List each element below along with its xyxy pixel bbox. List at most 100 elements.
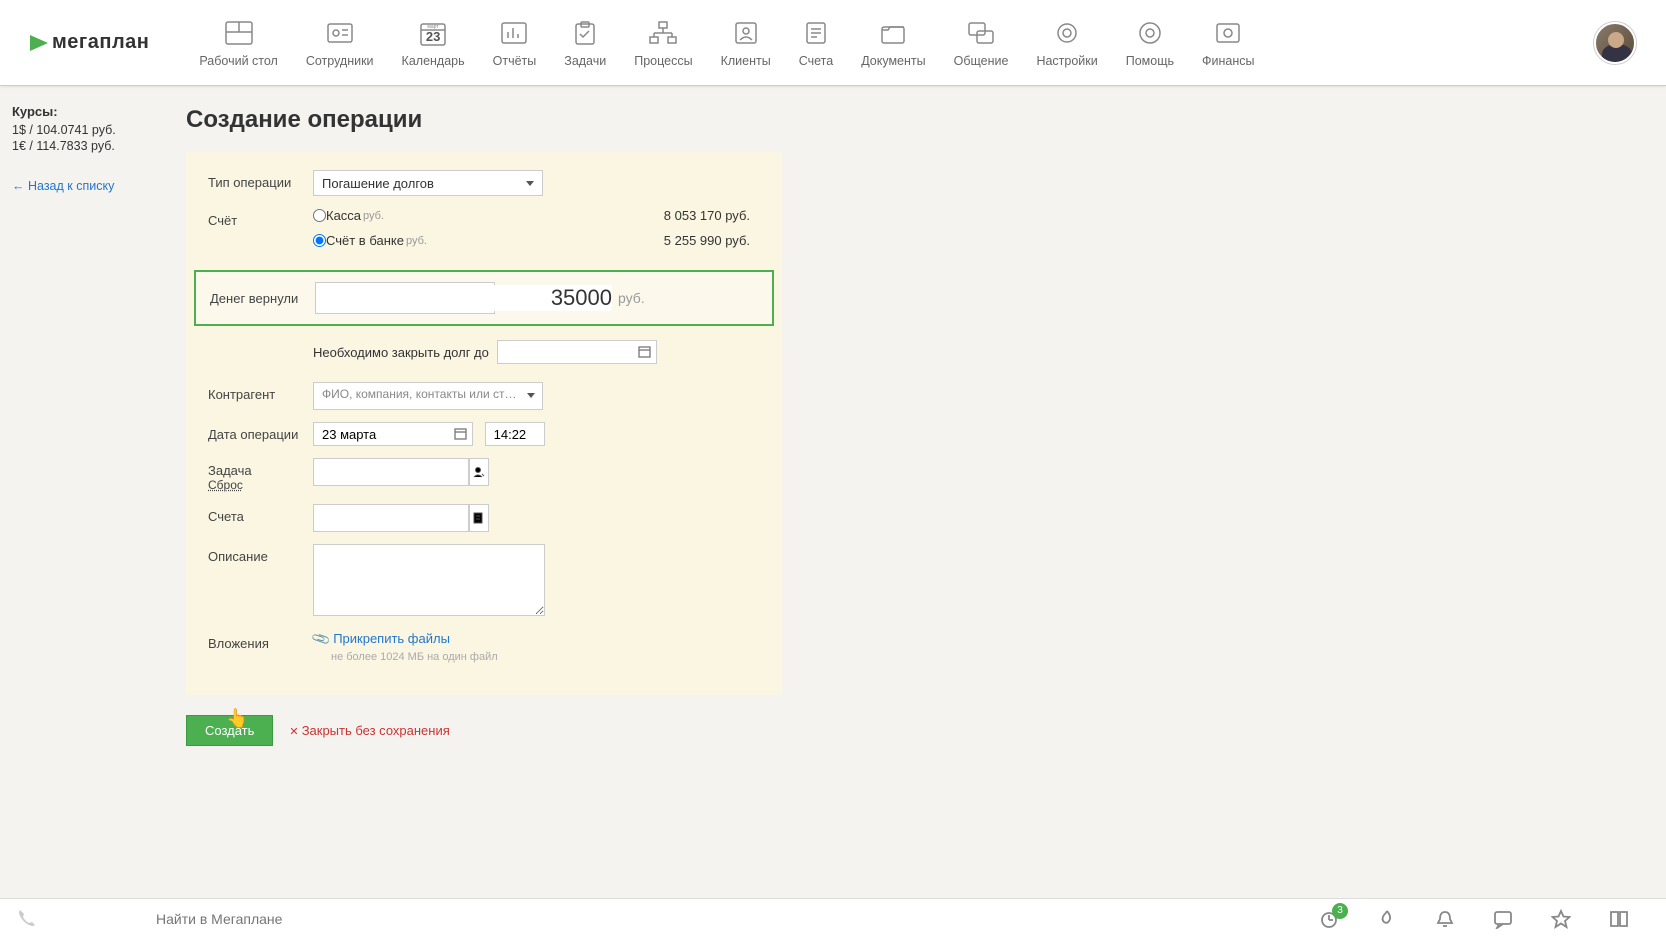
nav-label: Процессы — [634, 54, 692, 68]
account-label: Счёт — [208, 208, 313, 228]
amount-currency: руб. — [618, 290, 645, 306]
nav-calendar[interactable]: март23 Календарь — [402, 18, 465, 68]
attach-files-link[interactable]: Прикрепить файлы — [333, 631, 450, 646]
plane-icon — [30, 35, 48, 51]
account-name: Касса — [326, 208, 361, 223]
back-to-list-link[interactable]: Назад к списку — [12, 179, 114, 193]
counterparty-input[interactable]: ФИО, компания, контакты или стрелка вниз… — [313, 382, 543, 410]
debt-deadline-input[interactable] — [497, 340, 657, 364]
attach-hint: не более 1024 МБ на один файл — [331, 651, 760, 663]
operation-form: Тип операции Погашение долгов Счёт Касса… — [186, 152, 782, 695]
create-button[interactable]: Создать — [186, 715, 273, 746]
chevron-down-icon — [527, 393, 535, 398]
description-textarea[interactable] — [313, 544, 545, 616]
nav-label: Рабочий стол — [199, 54, 277, 68]
star-icon[interactable] — [1550, 908, 1572, 930]
amount-label: Денег вернули — [210, 291, 315, 306]
cancel-link[interactable]: Закрыть без сохранения — [289, 723, 449, 738]
nav-desktop[interactable]: Рабочий стол — [199, 18, 277, 68]
nav-label: Помощь — [1126, 54, 1174, 68]
amount-input-wrapper: руб. — [315, 282, 495, 314]
bell-icon[interactable] — [1434, 908, 1456, 930]
timer-icon[interactable]: 3 — [1318, 908, 1340, 930]
global-search-input[interactable] — [156, 911, 1318, 927]
nav-label: Клиенты — [721, 54, 771, 68]
invoices-icon — [799, 18, 833, 48]
counterparty-label: Контрагент — [208, 382, 313, 402]
reset-link[interactable]: Сброс — [208, 478, 313, 492]
chevron-down-icon — [526, 181, 534, 186]
top-nav: мегаплан Рабочий стол Сотрудники март23 … — [0, 0, 1666, 86]
nav-label: Финансы — [1202, 54, 1254, 68]
chat-icon — [964, 18, 998, 48]
task-label: Задача — [208, 463, 313, 478]
amount-input[interactable] — [324, 285, 612, 311]
nav-label: Счета — [799, 54, 833, 68]
page-title: Создание операции — [186, 106, 1666, 134]
rate-eur: 1€ / 114.7833 руб. — [12, 139, 160, 153]
operation-time-input[interactable] — [485, 422, 545, 446]
task-input[interactable] — [313, 458, 469, 486]
desktop-icon — [222, 18, 256, 48]
nav-settings[interactable]: Настройки — [1036, 18, 1097, 68]
nav-help[interactable]: Помощь — [1126, 18, 1174, 68]
nav-label: Задачи — [564, 54, 606, 68]
phone-icon[interactable] — [16, 907, 36, 930]
account-name: Счёт в банке — [326, 233, 404, 248]
nav-documents[interactable]: Документы — [861, 18, 925, 68]
nav-label: Общение — [954, 54, 1009, 68]
operation-date-input[interactable] — [313, 422, 473, 446]
notification-badge: 3 — [1332, 903, 1348, 919]
account-currency: руб. — [406, 235, 427, 247]
nav-processes[interactable]: Процессы — [634, 18, 692, 68]
nav-label: Документы — [861, 54, 925, 68]
date-label: Дата операции — [208, 422, 313, 442]
book-icon[interactable] — [1608, 908, 1630, 930]
amount-row: Денег вернули руб. — [194, 270, 774, 326]
account-balance: 8 053 170 руб. — [664, 208, 760, 223]
clients-icon — [729, 18, 763, 48]
invoices-picker-button[interactable] — [469, 504, 489, 532]
type-label: Тип операции — [208, 170, 313, 190]
nav-label: Сотрудники — [306, 54, 374, 68]
message-icon[interactable] — [1492, 908, 1514, 930]
logo[interactable]: мегаплан — [30, 31, 149, 54]
brand-name: мегаплан — [52, 31, 149, 54]
account-radio-bank[interactable] — [313, 234, 326, 247]
account-radio-cash[interactable] — [313, 209, 326, 222]
select-value: Погашение долгов — [322, 176, 434, 191]
invoices-label: Счета — [208, 504, 313, 524]
bottom-bar: 3 — [0, 898, 1666, 938]
paperclip-icon: 📎 — [310, 628, 332, 650]
operation-type-select[interactable]: Погашение долгов — [313, 170, 543, 196]
description-label: Описание — [208, 544, 313, 564]
nav-label: Календарь — [402, 54, 465, 68]
avatar[interactable] — [1594, 22, 1636, 64]
debt-deadline-label: Необходимо закрыть долг до — [313, 345, 489, 360]
account-balance: 5 255 990 руб. — [664, 233, 760, 248]
nav-finance[interactable]: Финансы — [1202, 18, 1254, 68]
nav-chat[interactable]: Общение — [954, 18, 1009, 68]
nav-label: Настройки — [1036, 54, 1097, 68]
gear-icon — [1050, 18, 1084, 48]
sidebar: Курсы: 1$ / 104.0741 руб. 1€ / 114.7833 … — [0, 86, 172, 898]
tasks-icon — [568, 18, 602, 48]
nav-clients[interactable]: Клиенты — [721, 18, 771, 68]
invoices-input[interactable] — [313, 504, 469, 532]
nav-reports[interactable]: Отчёты — [493, 18, 537, 68]
employees-icon — [323, 18, 357, 48]
fire-icon[interactable] — [1376, 908, 1398, 930]
help-icon — [1133, 18, 1167, 48]
documents-icon — [876, 18, 910, 48]
rate-usd: 1$ / 104.0741 руб. — [12, 123, 160, 137]
attachments-label: Вложения — [208, 631, 313, 651]
safe-icon — [1211, 18, 1245, 48]
nav-tasks[interactable]: Задачи — [564, 18, 606, 68]
reports-icon — [497, 18, 531, 48]
task-picker-button[interactable] — [469, 458, 489, 486]
nav-invoices[interactable]: Счета — [799, 18, 833, 68]
main-content: Создание операции Тип операции Погашение… — [172, 86, 1666, 898]
nav-label: Отчёты — [493, 54, 537, 68]
account-currency: руб. — [363, 210, 384, 222]
nav-employees[interactable]: Сотрудники — [306, 18, 374, 68]
